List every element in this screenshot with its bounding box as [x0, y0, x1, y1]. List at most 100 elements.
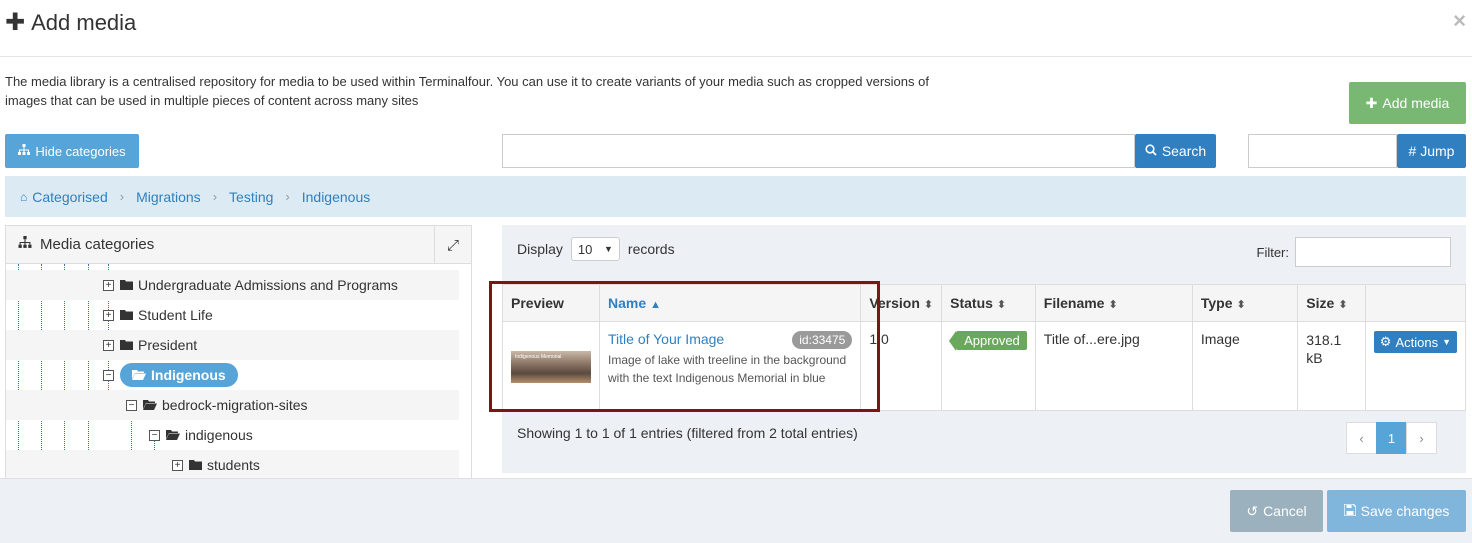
tree-item-label: Indigenous: [151, 367, 226, 383]
tree-item-label: Student Life: [138, 307, 213, 323]
size-cell: 318.1 kB: [1297, 321, 1366, 411]
breadcrumb-item-categorised[interactable]: Categorised: [32, 189, 108, 205]
tree-item-student-life[interactable]: + Student Life: [6, 300, 459, 330]
breadcrumb-separator: ›: [285, 189, 290, 204]
tree-item-bedrock-migration-sites[interactable]: − bedrock-migration-sites: [6, 390, 459, 420]
breadcrumb-separator: ›: [212, 189, 218, 204]
filter-control: Filter:: [1256, 237, 1451, 267]
cancel-label: Cancel: [1263, 503, 1307, 519]
hide-categories-button[interactable]: Hide categories: [5, 134, 139, 168]
page-size-value: 10: [577, 241, 593, 257]
collapse-minus-icon[interactable]: −: [126, 399, 137, 411]
breadcrumb-item-migrations[interactable]: Migrations: [136, 189, 201, 205]
dialog-title: ✚ Add media: [5, 8, 136, 37]
media-categories-panel: Media categories ⤢ + Undergraduate Admis…: [5, 225, 472, 485]
column-type-label: Type: [1200, 295, 1233, 311]
search-input[interactable]: [502, 134, 1135, 168]
column-status[interactable]: Status ⬍: [941, 284, 1036, 322]
filename-cell: Title of...ere.jpg: [1034, 321, 1193, 411]
home-icon: ⌂: [20, 189, 28, 204]
breadcrumb-item-indigenous[interactable]: Indigenous: [302, 189, 371, 205]
media-categories-title: Media categories: [40, 236, 155, 253]
sitemap-icon: [18, 143, 31, 159]
tree-item-undergraduate[interactable]: + Undergraduate Admissions and Programs: [6, 270, 459, 300]
media-categories-header: Media categories: [6, 226, 471, 264]
expand-plus-icon[interactable]: +: [172, 459, 183, 471]
tree-item-president[interactable]: + President: [6, 330, 459, 360]
search-button[interactable]: Search: [1135, 134, 1216, 168]
floppy-disk-icon: [1342, 503, 1357, 519]
tree-item-indigenous-selected[interactable]: − Indigenous: [6, 360, 459, 390]
add-media-button[interactable]: ✚ Add media: [1349, 82, 1466, 124]
jump-input[interactable]: [1248, 134, 1397, 168]
filter-label: Filter:: [1256, 244, 1290, 260]
breadcrumb-separator: ›: [119, 189, 125, 204]
tree-item-indigenous-sub[interactable]: − indigenous: [6, 420, 459, 450]
chevron-down-icon: ▼: [603, 244, 613, 254]
search-icon: [1145, 143, 1157, 159]
folder-icon: [120, 307, 133, 323]
column-filename-label: Filename: [1043, 295, 1105, 311]
hide-categories-label: Hide categories: [35, 143, 126, 159]
pagination: ‹ 1 ›: [1346, 422, 1437, 454]
tree-item-students[interactable]: + students: [6, 450, 459, 480]
pagination-prev[interactable]: ‹: [1346, 422, 1377, 454]
folder-open-icon: [143, 397, 157, 413]
expand-plus-icon[interactable]: +: [103, 279, 114, 291]
column-actions: [1364, 284, 1467, 322]
collapse-minus-icon[interactable]: −: [103, 369, 114, 381]
actions-dropdown-button[interactable]: ⚙ Actions ▼: [1373, 331, 1457, 353]
sort-icon: ⬍: [1338, 299, 1348, 311]
folder-open-icon: [166, 427, 180, 443]
intro-text: The media library is a centralised repos…: [5, 74, 929, 108]
highlight-box: [489, 281, 880, 412]
tree-item-label: President: [138, 337, 198, 353]
expand-icon[interactable]: ⤢: [434, 226, 471, 264]
dialog-header: [0, 0, 1472, 57]
type-cell: Image: [1191, 321, 1299, 411]
expand-plus-icon[interactable]: +: [103, 339, 114, 351]
status-cell: Approved: [941, 321, 1036, 411]
actions-cell: ⚙ Actions ▼: [1364, 321, 1467, 411]
jump-button[interactable]: # Jump: [1397, 134, 1466, 168]
search-label: Search: [1161, 143, 1207, 159]
save-changes-label: Save changes: [1360, 503, 1450, 519]
expand-plus-icon[interactable]: +: [103, 309, 114, 321]
close-icon[interactable]: ×: [1453, 8, 1466, 34]
column-size[interactable]: Size ⬍: [1297, 284, 1366, 322]
tree-item-label: bedrock-migration-sites: [162, 397, 308, 413]
column-type[interactable]: Type ⬍: [1191, 284, 1299, 322]
undo-icon: ↺: [1246, 502, 1259, 519]
plus-icon: ✚: [5, 9, 26, 36]
page-size-select[interactable]: 10 ▼: [570, 237, 620, 261]
column-status-label: Status: [950, 295, 993, 311]
display-label: Display: [517, 241, 563, 257]
folder-open-icon: [132, 367, 146, 383]
add-media-label: Add media: [1382, 95, 1450, 111]
save-changes-button[interactable]: Save changes: [1327, 490, 1466, 532]
selected-category-pill[interactable]: Indigenous: [120, 363, 238, 387]
dialog-title-text: Add media: [31, 9, 137, 35]
filter-input[interactable]: [1295, 237, 1451, 267]
folder-icon: [120, 277, 133, 293]
sort-icon: ⬍: [1108, 299, 1118, 311]
tree-item-label: students: [207, 457, 260, 473]
caret-down-icon: ▼: [1442, 337, 1451, 347]
folder-icon: [120, 337, 133, 353]
actions-label: Actions: [1395, 334, 1439, 350]
column-size-label: Size: [1306, 295, 1335, 311]
page-size-control: Display 10 ▼ records: [517, 237, 675, 261]
tree-item-label: Undergraduate Admissions and Programs: [138, 277, 398, 293]
tree-item-label: indigenous: [185, 427, 253, 443]
cancel-button[interactable]: ↺ Cancel: [1230, 490, 1323, 532]
sort-icon: ⬍: [996, 299, 1007, 311]
pagination-page-1[interactable]: 1: [1376, 422, 1407, 454]
collapse-minus-icon[interactable]: −: [149, 429, 160, 441]
category-tree: + Undergraduate Admissions and Programs …: [6, 270, 459, 480]
column-filename[interactable]: Filename ⬍: [1034, 284, 1193, 322]
showing-entries-text: Showing 1 to 1 of 1 entries (filtered fr…: [517, 425, 858, 441]
sort-icon: ⬍: [1236, 299, 1246, 311]
plus-icon: ✚: [1365, 94, 1378, 111]
breadcrumb-item-testing[interactable]: Testing: [229, 189, 273, 205]
pagination-next[interactable]: ›: [1406, 422, 1437, 454]
